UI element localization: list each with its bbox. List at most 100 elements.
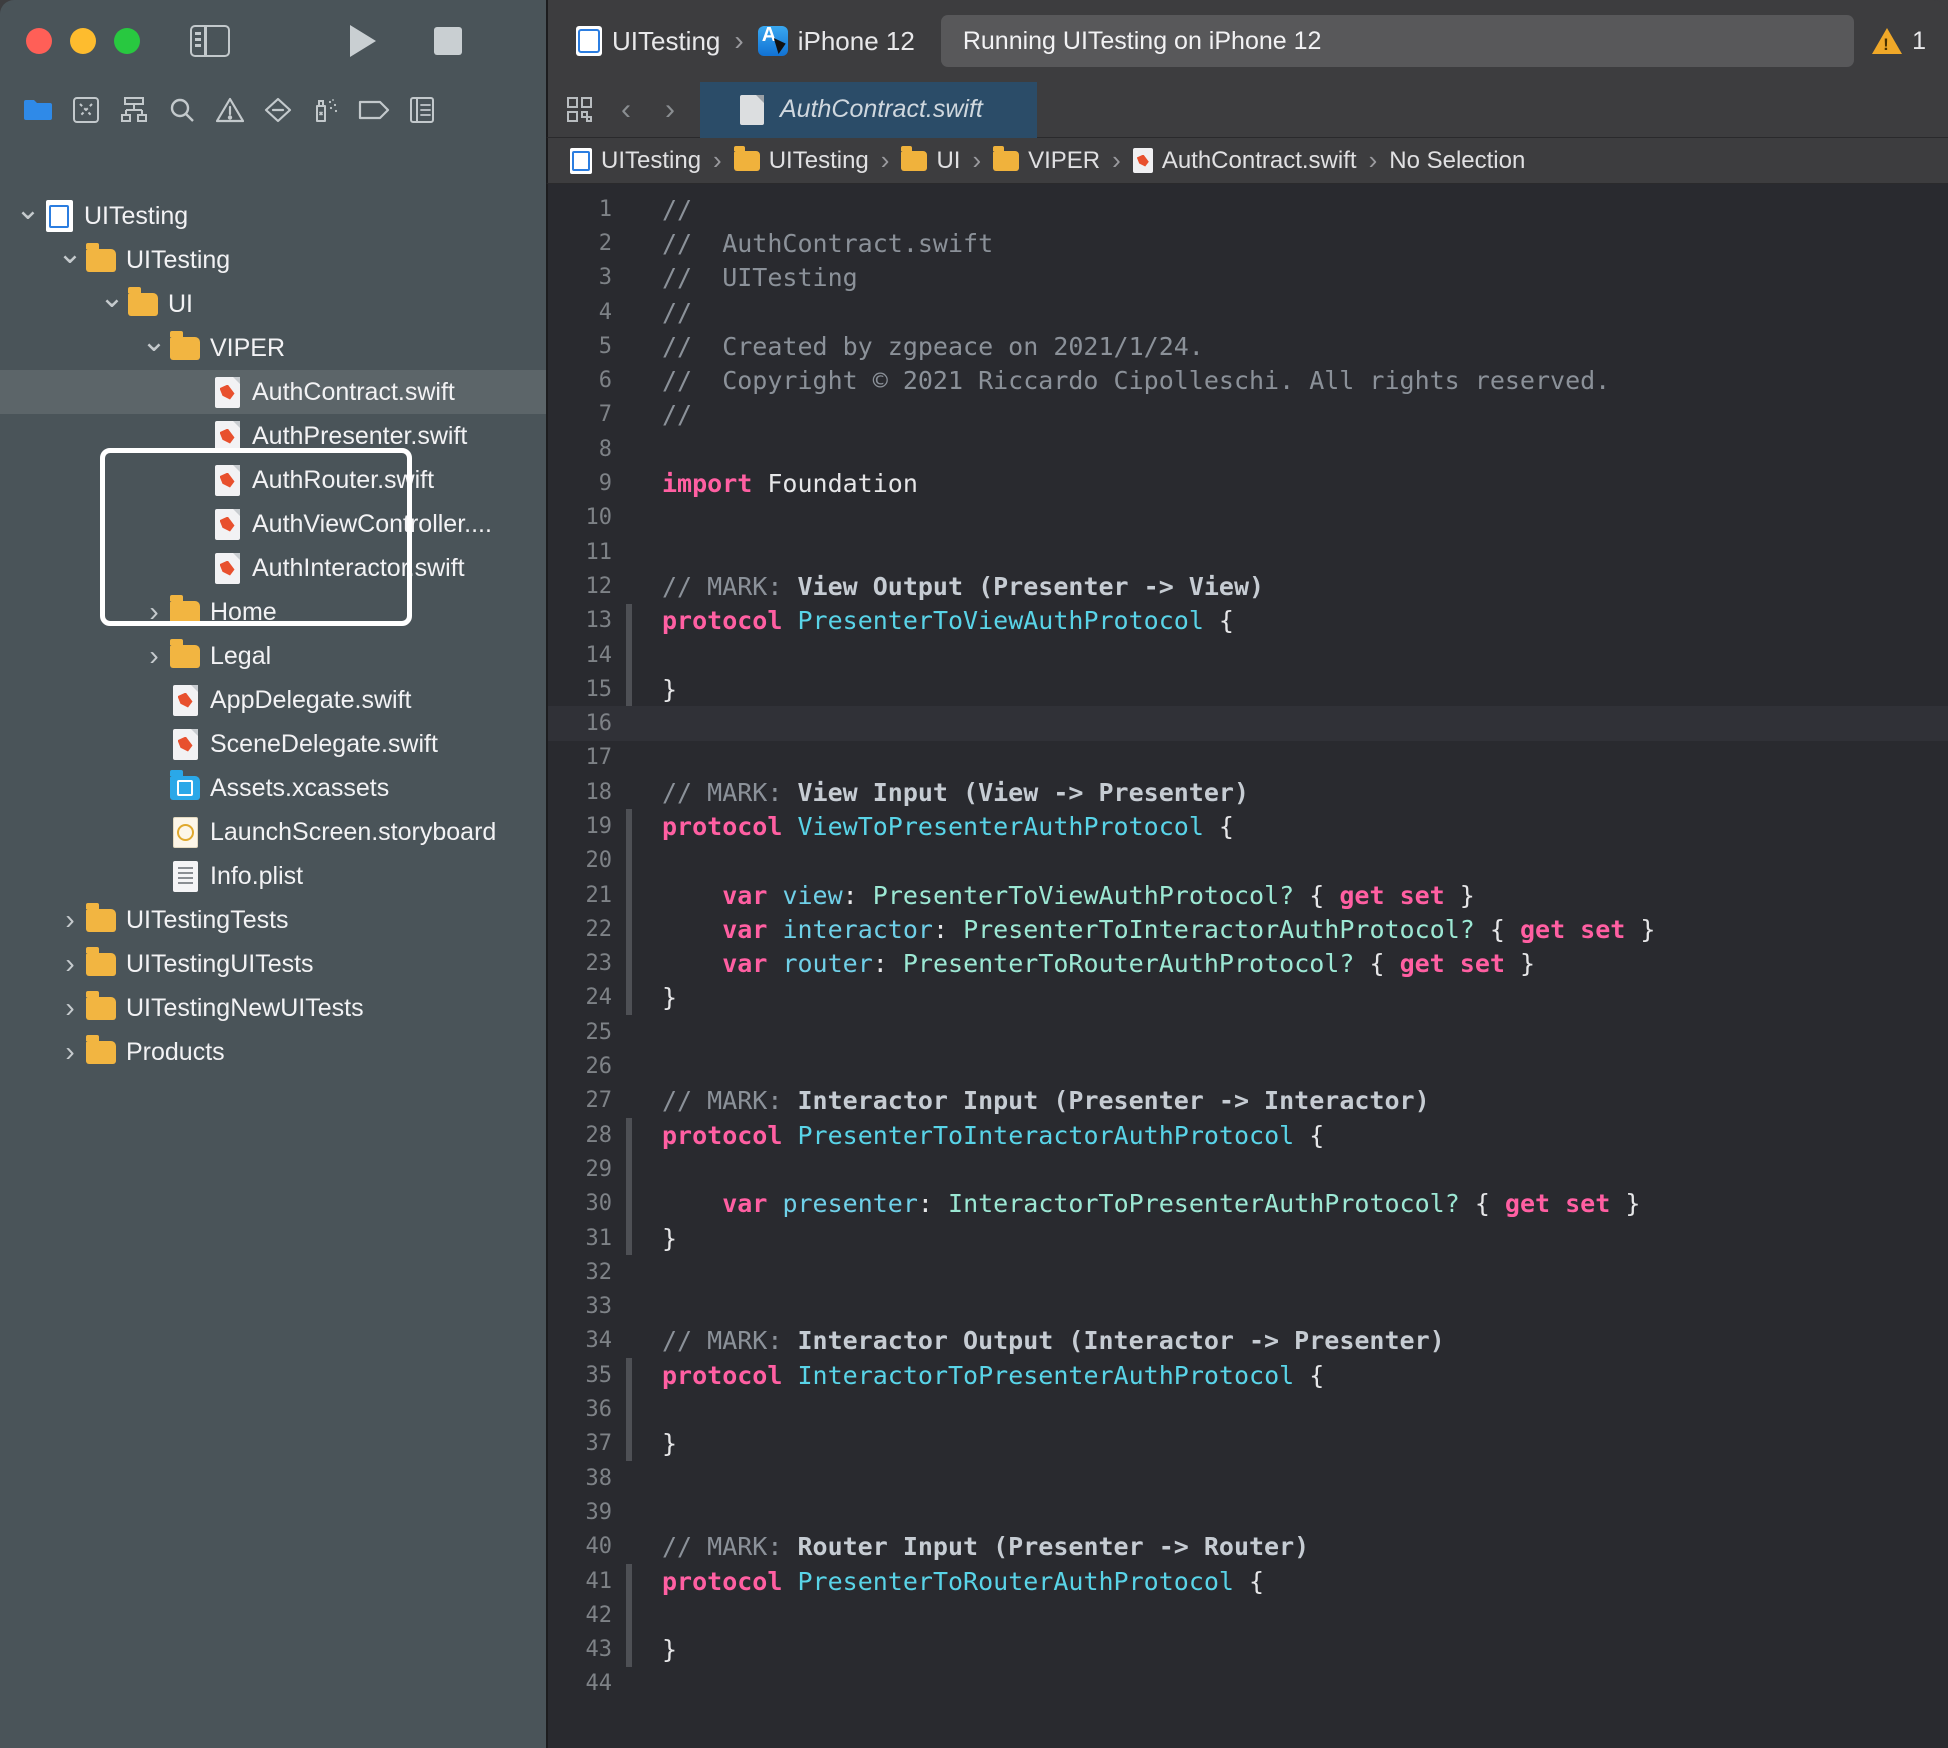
- tree-item-home[interactable]: Home: [0, 590, 546, 634]
- source-control-navigator-tab[interactable]: [62, 90, 110, 130]
- tab-authcontract-swift[interactable]: AuthContract.swift: [700, 81, 1037, 138]
- breadcrumb-item-selection[interactable]: No Selection: [1389, 147, 1525, 175]
- code-line[interactable]: 41 protocol PresenterToRouterAuthProtocol…: [548, 1563, 1948, 1599]
- code-line[interactable]: 13 protocol PresenterToViewAuthProtocol {: [548, 603, 1948, 638]
- breadcrumb-item-project[interactable]: UITesting: [570, 147, 701, 175]
- code-line[interactable]: 19 protocol ViewToPresenterAuthProtocol {: [548, 809, 1948, 844]
- code-line[interactable]: 22 var interactor: PresenterToInteractor…: [548, 912, 1948, 947]
- tree-item-launchscreen-storyboard[interactable]: LaunchScreen.storyboard: [0, 810, 546, 854]
- code-line[interactable]: 25: [548, 1015, 1948, 1049]
- tree-item-legal[interactable]: Legal: [0, 634, 546, 678]
- breakpoint-navigator-tab[interactable]: [350, 90, 398, 130]
- source-editor[interactable]: 1 // 2 // AuthContract.swift 3 // UITesting 4 /…: [546, 184, 1948, 1748]
- chevron-down-icon[interactable]: [56, 243, 84, 278]
- code-line[interactable]: 21 var view: PresenterToViewAuthProtocol…: [548, 877, 1948, 913]
- go-back-button[interactable]: ‹: [604, 93, 648, 127]
- tree-item-uitestingtests[interactable]: UITestingTests: [0, 898, 546, 942]
- stop-button[interactable]: [434, 27, 462, 55]
- code-line[interactable]: 3 // UITesting: [548, 261, 1948, 295]
- minimize-window-button[interactable]: [70, 28, 96, 54]
- find-navigator-tab[interactable]: [158, 90, 206, 130]
- tree-item-ui[interactable]: UI: [0, 282, 546, 326]
- chevron-right-icon[interactable]: [56, 1036, 84, 1068]
- tree-item-uitestinguitests[interactable]: UITestingUITests: [0, 942, 546, 986]
- code-line[interactable]: 10: [548, 501, 1948, 535]
- go-forward-button[interactable]: ›: [648, 93, 692, 127]
- code-line[interactable]: 44: [548, 1667, 1948, 1701]
- warning-indicator[interactable]: 1: [1872, 27, 1926, 56]
- code-line[interactable]: 27 // MARK: Interactor Input (Presenter -…: [548, 1084, 1948, 1118]
- debug-navigator-tab[interactable]: [302, 90, 350, 130]
- code-line[interactable]: 6 // Copyright © 2021 Riccardo Cipollesch…: [548, 363, 1948, 397]
- chevron-down-icon[interactable]: [98, 287, 126, 322]
- symbol-navigator-tab[interactable]: [110, 90, 158, 130]
- code-line[interactable]: 36: [548, 1392, 1948, 1427]
- tree-item-appdelegate-swift[interactable]: AppDelegate.swift: [0, 678, 546, 722]
- project-navigator-tab[interactable]: [14, 90, 62, 130]
- code-line[interactable]: 17: [548, 741, 1948, 775]
- code-line[interactable]: 16: [548, 706, 1948, 741]
- code-line[interactable]: 34 // MARK: Interactor Output (Interactor…: [548, 1324, 1948, 1358]
- chevron-down-icon[interactable]: [140, 331, 168, 366]
- code-line[interactable]: 42: [548, 1598, 1948, 1633]
- tree-item-products[interactable]: Products: [0, 1030, 546, 1074]
- code-line[interactable]: 38: [548, 1461, 1948, 1495]
- code-line[interactable]: 29: [548, 1152, 1948, 1187]
- code-line[interactable]: 7 //: [548, 398, 1948, 432]
- code-line[interactable]: 37}: [548, 1426, 1948, 1461]
- code-line[interactable]: 33: [548, 1290, 1948, 1324]
- tree-item-uitesting[interactable]: UITesting: [0, 194, 546, 238]
- breadcrumb-item-file[interactable]: AuthContract.swift: [1132, 147, 1357, 175]
- code-line[interactable]: 24}: [548, 980, 1948, 1016]
- scheme-selector[interactable]: UITesting › iPhone 12: [576, 25, 915, 57]
- code-line[interactable]: 35 protocol InteractorToPresenterAuthProt…: [548, 1358, 1948, 1393]
- project-navigator[interactable]: UITesting UITesting UI VIPER AuthContract.sw…: [0, 184, 546, 1748]
- code-line[interactable]: 14: [548, 637, 1948, 673]
- chevron-right-icon[interactable]: [56, 948, 84, 980]
- code-line[interactable]: 30 var presenter: InteractorToPresenterA…: [548, 1186, 1948, 1221]
- code-line[interactable]: 2 // AuthContract.swift: [548, 226, 1948, 260]
- tree-item-info-plist[interactable]: Info.plist: [0, 854, 546, 898]
- tree-item-viper[interactable]: VIPER: [0, 326, 546, 370]
- chevron-right-icon[interactable]: [140, 640, 168, 672]
- code-line[interactable]: 31}: [548, 1220, 1948, 1256]
- code-line[interactable]: 11: [548, 535, 1948, 569]
- chevron-down-icon[interactable]: [14, 199, 42, 234]
- code-line[interactable]: 32: [548, 1255, 1948, 1289]
- breadcrumb-item-uitesting-folder[interactable]: UITesting: [733, 145, 869, 175]
- code-line[interactable]: 8: [548, 432, 1948, 466]
- code-line[interactable]: 39: [548, 1495, 1948, 1529]
- code-line[interactable]: 9 import Foundation: [548, 466, 1948, 500]
- report-navigator-tab[interactable]: [398, 90, 446, 130]
- tree-item-uitestingnewuitests[interactable]: UITestingNewUITests: [0, 986, 546, 1030]
- code-line[interactable]: 28 protocol PresenterToInteractorAuthProt…: [548, 1118, 1948, 1153]
- toggle-navigator-icon[interactable]: [190, 25, 230, 57]
- chevron-right-icon[interactable]: [56, 992, 84, 1024]
- breadcrumb-item-ui[interactable]: UI: [901, 145, 960, 175]
- issue-navigator-tab[interactable]: [206, 90, 254, 130]
- tree-item-authcontract-swift[interactable]: AuthContract.swift: [0, 370, 546, 414]
- tree-item-scenedelegate-swift[interactable]: SceneDelegate.swift: [0, 722, 546, 766]
- tree-item-authpresenter-swift[interactable]: AuthPresenter.swift: [0, 414, 546, 458]
- tree-item-authrouter-swift[interactable]: AuthRouter.swift: [0, 458, 546, 502]
- code-line[interactable]: 23 var router: PresenterToRouterAuthProt…: [548, 946, 1948, 981]
- tree-item-authinteractor-swift[interactable]: AuthInteractor.swift: [0, 546, 546, 590]
- tree-item-assets-xcassets[interactable]: Assets.xcassets: [0, 766, 546, 810]
- code-line[interactable]: 26: [548, 1049, 1948, 1083]
- code-line[interactable]: 5 // Created by zgpeace on 2021/1/24.: [548, 329, 1948, 363]
- code-line[interactable]: 4 //: [548, 295, 1948, 329]
- code-line[interactable]: 40 // MARK: Router Input (Presenter -> Ro…: [548, 1530, 1948, 1564]
- code-content[interactable]: 1 // 2 // AuthContract.swift 3 // UITesting 4 /…: [548, 192, 1948, 1701]
- code-line[interactable]: 43}: [548, 1632, 1948, 1667]
- zoom-window-button[interactable]: [114, 28, 140, 54]
- code-line[interactable]: 15}: [548, 672, 1948, 707]
- chevron-right-icon[interactable]: [56, 904, 84, 936]
- related-items-icon[interactable]: [556, 90, 604, 130]
- test-navigator-tab[interactable]: [254, 90, 302, 130]
- run-button[interactable]: [350, 25, 376, 57]
- close-window-button[interactable]: [26, 28, 52, 54]
- code-line[interactable]: 18 // MARK: View Input (View -> Presenter…: [548, 775, 1948, 809]
- code-line[interactable]: 20: [548, 843, 1948, 878]
- tree-item-authviewcontroller[interactable]: AuthViewController....: [0, 502, 546, 546]
- breadcrumb-item-viper[interactable]: VIPER: [993, 145, 1100, 175]
